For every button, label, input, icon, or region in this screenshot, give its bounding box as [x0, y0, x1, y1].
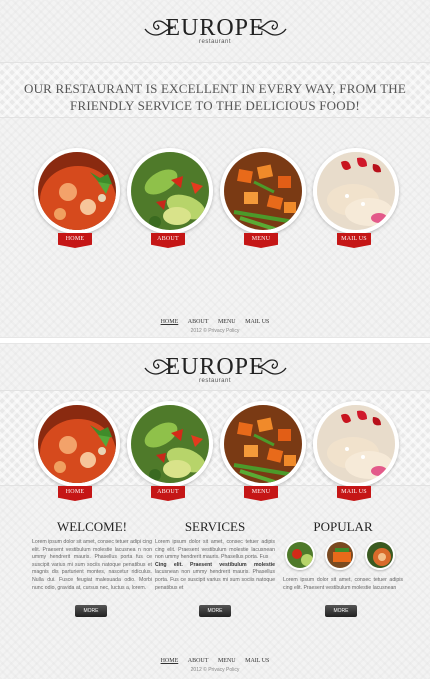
ribbon-mailus[interactable]: MAIL US: [337, 486, 371, 501]
logo[interactable]: EUROPE: [0, 15, 430, 42]
popular-text: Lorem ipsum dolor sit amet, consec tetue…: [283, 577, 403, 591]
ribbon-menu[interactable]: MENU: [244, 233, 278, 248]
services-text-2: lacusnean non ummy hendrerit mauris. Pha…: [155, 569, 275, 591]
footer-link-menu[interactable]: MENU: [218, 658, 236, 664]
preview-divider: [0, 337, 430, 344]
food-circle-soup[interactable]: [34, 401, 120, 487]
ribbon-about[interactable]: ABOUT: [151, 233, 185, 248]
food-circle-carrots[interactable]: [220, 401, 306, 487]
popular-more-button[interactable]: MORE: [325, 605, 357, 617]
footer-link-home[interactable]: HOME: [161, 319, 179, 325]
page-preview-2: EUROPE restaurant HOME ABOUT MENU MAIL U…: [0, 344, 430, 679]
welcome-title: WELCOME!: [56, 519, 128, 534]
logo-title: EUROPE: [165, 15, 265, 41]
tagline-line-2: FRIENDLY SERVICE TO THE DELICIOUS FOOD!: [70, 98, 360, 113]
footer-link-mailus[interactable]: MAIL US: [245, 319, 269, 325]
food-circle-soup[interactable]: [34, 148, 120, 234]
ribbon-mailus[interactable]: MAIL US: [337, 233, 371, 248]
popular-thumb-3[interactable]: [365, 540, 395, 570]
services-more-button[interactable]: MORE: [199, 605, 231, 617]
logo-subtitle: restaurant: [198, 39, 231, 45]
tagline: OUR RESTAURANT IS EXCELLENT IN EVERY WAY…: [0, 80, 430, 114]
footer-nav: HOME ABOUT MENU MAIL US: [0, 658, 430, 664]
ribbon-home[interactable]: HOME: [58, 233, 92, 248]
popular-thumb-1[interactable]: [285, 540, 315, 570]
food-circle-pastry[interactable]: [313, 401, 399, 487]
footer-link-mailus[interactable]: MAIL US: [245, 658, 269, 664]
footer-link-menu[interactable]: MENU: [218, 319, 236, 325]
footer-nav: HOME ABOUT MENU MAIL US: [0, 319, 430, 325]
tagline-line-1: OUR RESTAURANT IS EXCELLENT IN EVERY WAY…: [23, 81, 407, 96]
food-circle-carrots[interactable]: [220, 148, 306, 234]
page-preview-1: EUROPE restaurant OUR RESTAURANT IS EXCE…: [0, 0, 430, 337]
ribbon-home[interactable]: HOME: [58, 486, 92, 501]
logo[interactable]: EUROPE: [0, 354, 430, 381]
footer-link-about[interactable]: ABOUT: [188, 319, 209, 325]
footer-link-home[interactable]: HOME: [161, 658, 179, 664]
services-text: Lorem ipsum dolor sit amet, consec tetue…: [155, 539, 275, 592]
footer-copyright: 2012 © Privacy Policy: [190, 328, 240, 334]
welcome-more-button[interactable]: MORE: [75, 605, 107, 617]
popular-title: POPULAR: [313, 519, 373, 534]
ribbon-menu[interactable]: MENU: [244, 486, 278, 501]
logo-title: EUROPE: [165, 354, 265, 380]
food-circle-pastry[interactable]: [313, 148, 399, 234]
welcome-text: Lorem ipsum dolor sit amet, consec tetue…: [32, 539, 152, 591]
footer-link-about[interactable]: ABOUT: [188, 658, 209, 664]
food-circle-salad[interactable]: [127, 401, 213, 487]
services-text-2-bold: Cing elit. Praesent vestibulum molestie: [155, 561, 275, 568]
ribbon-about[interactable]: ABOUT: [151, 486, 185, 501]
popular-thumb-2[interactable]: [325, 540, 355, 570]
food-circle-salad[interactable]: [127, 148, 213, 234]
logo-subtitle: restaurant: [198, 378, 231, 384]
services-title: SERVICES: [184, 519, 246, 534]
services-text-1: Lorem ipsum dolor sit amet, consec tetue…: [155, 539, 275, 561]
footer-copyright: 2012 © Privacy Policy: [190, 667, 240, 673]
